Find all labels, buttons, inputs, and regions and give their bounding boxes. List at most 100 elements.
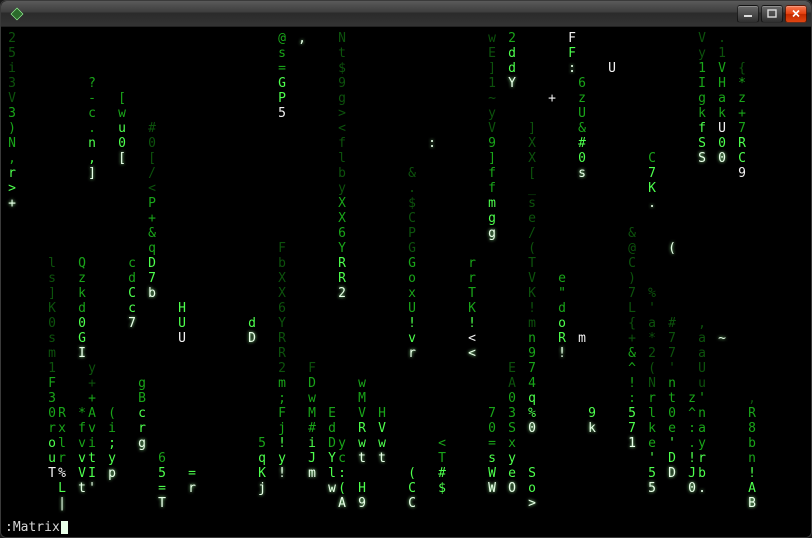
matrix-cell <box>307 496 317 511</box>
matrix-cell <box>7 391 17 406</box>
matrix-cell <box>317 196 327 211</box>
matrix-cell <box>597 451 607 466</box>
matrix-cell <box>547 166 557 181</box>
matrix-row: | T A 9 C > B <box>7 496 805 511</box>
matrix-cell <box>377 181 387 196</box>
matrix-cell: O <box>507 481 517 496</box>
matrix-cell <box>307 166 317 181</box>
matrix-cell: ! <box>277 466 287 481</box>
matrix-cell <box>167 451 177 466</box>
matrix-cell <box>717 166 727 181</box>
matrix-cell <box>157 301 167 316</box>
vim-command-line[interactable]: :Matrix <box>5 520 68 535</box>
matrix-cell <box>47 136 57 151</box>
terminal-viewport[interactable]: 2 @ , N w 2 F V . 5 s t E d F y 1 i = $ <box>1 27 811 537</box>
matrix-cell: f <box>77 421 87 436</box>
matrix-cell <box>727 46 737 61</box>
matrix-cell <box>197 196 207 211</box>
matrix-cell: ' <box>667 436 677 451</box>
matrix-cell <box>357 166 367 181</box>
matrix-cell <box>677 376 687 391</box>
matrix-cell <box>687 211 697 226</box>
matrix-cell <box>487 271 497 286</box>
matrix-cell <box>407 121 417 136</box>
matrix-cell <box>727 406 737 421</box>
matrix-cell: T <box>467 286 477 301</box>
close-button[interactable] <box>785 5 807 23</box>
matrix-cell <box>97 181 107 196</box>
matrix-cell: t <box>337 46 347 61</box>
matrix-cell <box>427 61 437 76</box>
matrix-row: V - [ P g ~ + z g a z <box>7 91 805 106</box>
matrix-cell <box>517 151 527 166</box>
matrix-cell <box>527 61 537 76</box>
matrix-cell <box>247 496 257 511</box>
matrix-cell <box>367 331 377 346</box>
matrix-cell <box>137 61 147 76</box>
matrix-cell <box>467 241 477 256</box>
matrix-cell <box>197 406 207 421</box>
matrix-cell <box>67 76 77 91</box>
minimize-button[interactable] <box>737 5 759 23</box>
matrix-cell <box>757 391 767 406</box>
matrix-cell <box>567 166 577 181</box>
matrix-cell <box>47 31 57 46</box>
matrix-cell <box>237 436 247 451</box>
matrix-cell <box>557 181 567 196</box>
matrix-row: r ] / b & f [ s 7 9 <box>7 166 805 181</box>
matrix-cell <box>707 211 717 226</box>
matrix-cell <box>777 91 787 106</box>
matrix-cell <box>777 121 787 136</box>
matrix-cell <box>357 151 367 166</box>
matrix-cell <box>767 256 777 271</box>
matrix-cell <box>57 226 67 241</box>
matrix-cell <box>67 451 77 466</box>
matrix-cell <box>317 211 327 226</box>
matrix-cell <box>317 481 327 496</box>
matrix-cell <box>557 31 567 46</box>
matrix-cell <box>177 496 187 511</box>
matrix-cell: M <box>357 391 367 406</box>
titlebar[interactable] <box>1 1 811 27</box>
matrix-cell <box>177 406 187 421</box>
matrix-cell <box>667 496 677 511</box>
maximize-button[interactable] <box>761 5 783 23</box>
matrix-row: ) . u # < V ] & f U 7 <box>7 121 805 136</box>
matrix-cell <box>447 361 457 376</box>
matrix-cell <box>67 151 77 166</box>
matrix-cell <box>397 286 407 301</box>
matrix-cell: > <box>7 181 17 196</box>
matrix-cell <box>167 166 177 181</box>
matrix-cell <box>7 361 17 376</box>
matrix-cell <box>767 421 777 436</box>
matrix-cell: w <box>377 436 387 451</box>
matrix-cell <box>207 286 217 301</box>
matrix-cell: C <box>737 151 747 166</box>
matrix-cell <box>557 151 567 166</box>
matrix-cell <box>237 466 247 481</box>
matrix-cell <box>57 256 67 271</box>
matrix-cell: X <box>527 136 537 151</box>
matrix-cell <box>87 346 97 361</box>
matrix-cell <box>427 166 437 181</box>
matrix-cell <box>87 241 97 256</box>
matrix-cell <box>757 361 767 376</box>
matrix-cell: v <box>77 436 87 451</box>
matrix-cell <box>677 361 687 376</box>
matrix-cell: c <box>87 106 97 121</box>
matrix-cell: a <box>697 331 707 346</box>
matrix-cell <box>587 76 597 91</box>
matrix-cell: 0 <box>667 406 677 421</box>
matrix-cell <box>497 436 507 451</box>
matrix-cell <box>317 286 327 301</box>
matrix-cell <box>367 46 377 61</box>
matrix-cell <box>607 331 617 346</box>
matrix-cell <box>467 226 477 241</box>
matrix-cell <box>567 406 577 421</box>
matrix-cell <box>717 451 727 466</box>
matrix-cell <box>557 136 567 151</box>
matrix-cell <box>177 481 187 496</box>
matrix-cell <box>547 376 557 391</box>
matrix-cell <box>707 361 717 376</box>
matrix-cell <box>367 421 377 436</box>
